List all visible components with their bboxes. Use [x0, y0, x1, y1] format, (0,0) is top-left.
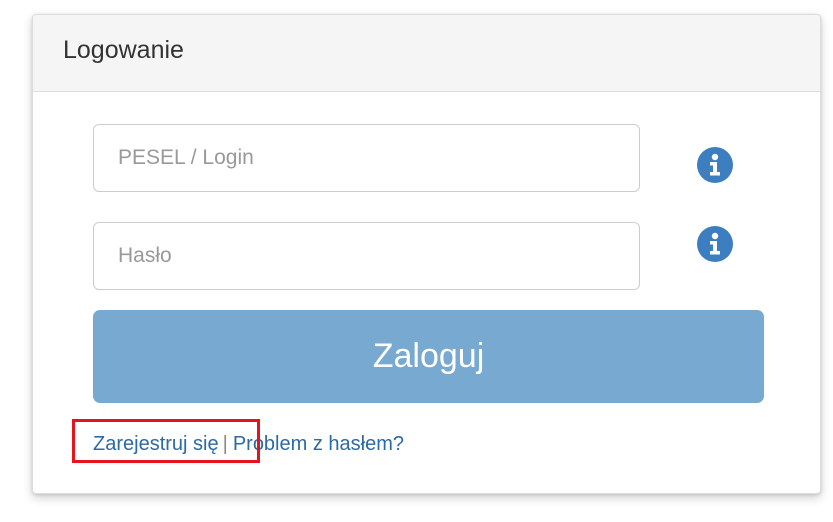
panel-heading: Logowanie: [33, 15, 820, 92]
login-button[interactable]: Zaloguj: [93, 310, 764, 403]
pesel-login-input[interactable]: [93, 124, 640, 192]
footer-links: Zarejestruj się | Problem z hasłem?: [93, 433, 404, 456]
password-input[interactable]: [93, 222, 640, 290]
link-separator: |: [222, 433, 228, 455]
login-panel: Logowanie Zaloguj Zarejestruj się|Proble…: [32, 14, 821, 494]
info-circle-icon[interactable]: [697, 226, 733, 262]
info-circle-icon[interactable]: [697, 147, 733, 183]
register-link[interactable]: Zarejestruj się: [93, 433, 219, 455]
panel-title: Logowanie: [63, 35, 184, 64]
password-problem-link[interactable]: Problem z hasłem?: [233, 433, 404, 455]
